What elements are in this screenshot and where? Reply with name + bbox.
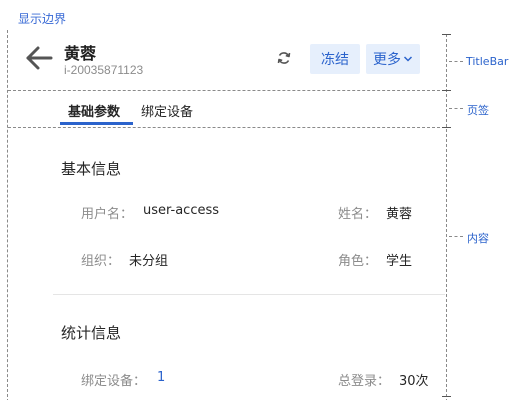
role-label: 角色： (338, 254, 378, 269)
username-value: user-access (143, 203, 220, 218)
fullname-label: 姓名： (338, 207, 378, 222)
titlebar-annotation: TitleBar (466, 55, 509, 68)
tabs-annotation: 页签 (467, 104, 489, 117)
more-button-label: 更多 (373, 52, 401, 68)
content-area: 基本信息 用户名： user-access 姓名： 黄蓉 组织： 未分组 角色：… (8, 128, 445, 400)
username-label: 用户名： (81, 207, 134, 222)
annotation-connector (449, 108, 463, 109)
bound-devices-label: 绑定设备： (81, 374, 147, 389)
user-name-title: 黄蓉 (64, 44, 97, 63)
fullname-value: 黄蓉 (386, 207, 413, 222)
tab-bound-devices[interactable]: 绑定设备 (141, 101, 193, 120)
active-tab-indicator (60, 122, 133, 125)
boundary-right-line (446, 34, 447, 400)
titlebar: 黄蓉 i-20035871123 冻结 更多 (8, 30, 445, 90)
annotation-connector (449, 236, 463, 237)
bound-devices-count-link[interactable]: 1 (157, 370, 165, 385)
annotation-tick (442, 90, 451, 91)
freeze-button[interactable]: 冻结 (310, 44, 360, 74)
refresh-icon[interactable] (276, 50, 292, 66)
annotation-tick (442, 127, 451, 128)
annotation-connector (449, 61, 463, 62)
content-annotation: 内容 (467, 232, 489, 245)
role-value: 学生 (386, 254, 413, 269)
section-divider (53, 294, 445, 295)
org-value: 未分组 (129, 254, 169, 269)
annotation-tick (442, 34, 451, 35)
back-arrow-icon[interactable] (24, 43, 54, 73)
show-boundary-toggle[interactable]: 显示边界 (18, 10, 66, 27)
annotation-tick (442, 396, 451, 397)
org-label: 组织： (81, 254, 121, 269)
stats-info-title: 统计信息 (61, 324, 122, 342)
basic-info-title: 基本信息 (61, 160, 122, 178)
chevron-down-icon (403, 56, 413, 62)
total-logins-value: 30次 (399, 374, 429, 389)
tab-bar: 基础参数 绑定设备 (8, 91, 445, 127)
freeze-button-label: 冻结 (321, 52, 349, 68)
tab-basic-params[interactable]: 基础参数 (68, 101, 120, 120)
more-menu-button[interactable]: 更多 (366, 44, 420, 74)
user-id-subtitle: i-20035871123 (64, 63, 144, 77)
total-logins-label: 总登录： (338, 374, 391, 389)
